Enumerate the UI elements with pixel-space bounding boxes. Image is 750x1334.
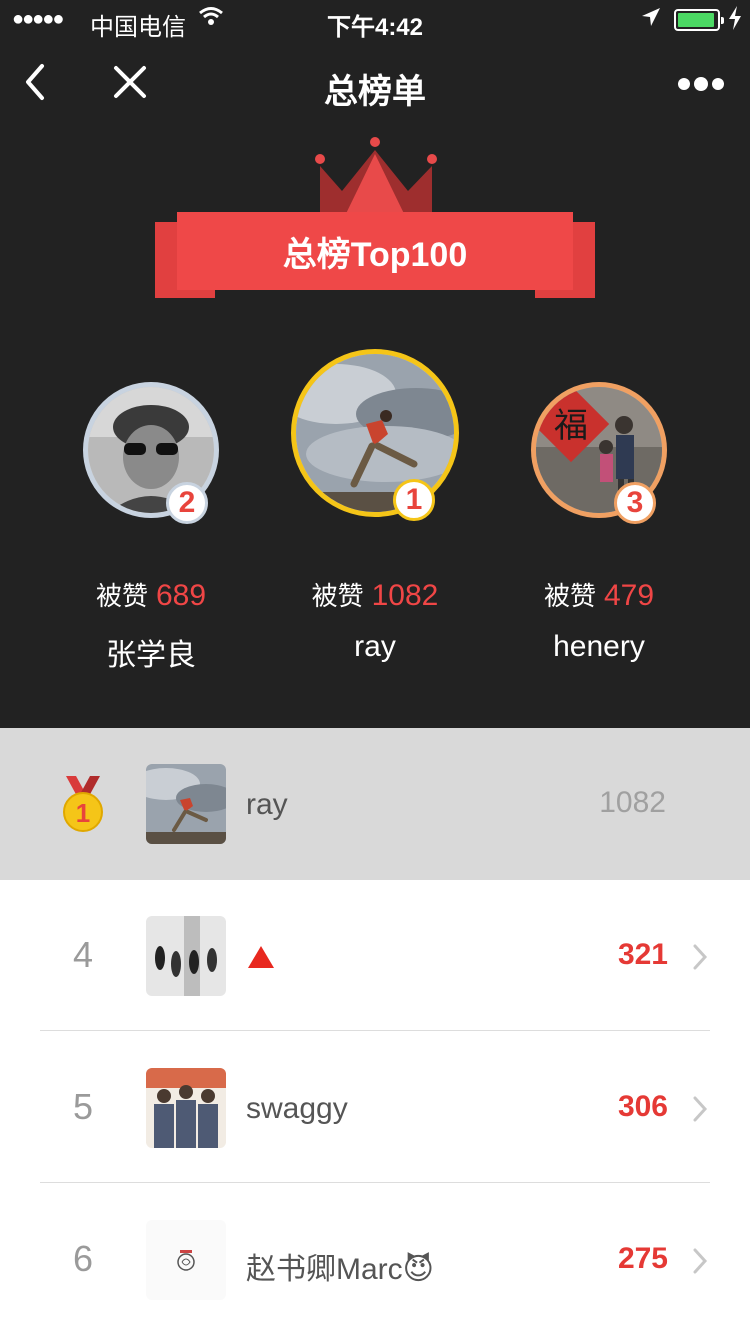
likes-third: 被赞 479 — [479, 576, 719, 613]
status-bar: ●●●●● 中国电信 下午4:42 — [0, 0, 750, 41]
svg-text:福: 福 — [554, 406, 588, 446]
avatar — [146, 1220, 226, 1300]
list-item[interactable]: 4 321 — [0, 880, 750, 1032]
rank-number: 5 — [72, 1086, 94, 1127]
chevron-right-icon — [693, 1096, 708, 1122]
divider — [40, 1182, 710, 1183]
likes-second: 被赞 689 — [31, 576, 271, 613]
likes-first: 被赞 1082 — [255, 576, 495, 613]
username: 赵书卿Marc😈 — [246, 1253, 434, 1286]
page-title: 总榜单 — [324, 73, 426, 111]
likes-label: 被赞 — [311, 581, 364, 611]
my-rank-row[interactable]: 1 ray 1082 — [0, 728, 750, 880]
likes-label: 被赞 — [95, 581, 148, 611]
score: 321 — [617, 938, 668, 971]
rank-number: 4 — [72, 934, 94, 975]
divider — [40, 1030, 710, 1031]
rank-number: 6 — [72, 1238, 94, 1279]
medal-rank: 1 — [76, 798, 90, 828]
rank-badge: 2 — [166, 482, 208, 524]
name-second: 张学良 — [106, 639, 196, 672]
username: ray — [246, 788, 288, 821]
avatar — [146, 764, 226, 844]
avatar — [146, 1068, 226, 1148]
avatar — [291, 349, 459, 517]
avatar — [146, 916, 226, 996]
triangle-up-icon — [248, 946, 274, 968]
rank-badge: 3 — [614, 482, 656, 524]
top100-banner: 总榜Top100 — [155, 210, 595, 298]
more-button[interactable] — [674, 70, 726, 96]
likes-count: 479 — [603, 579, 655, 612]
chevron-right-icon — [693, 1248, 708, 1274]
name-third: henery — [553, 630, 645, 663]
chevron-right-icon — [693, 944, 708, 970]
gold-medal-icon: 1 — [63, 776, 103, 832]
likes-count: 689 — [155, 579, 207, 612]
list-item[interactable]: 5 swaggy 306 — [0, 1032, 750, 1184]
name-first: ray — [354, 630, 396, 663]
banner-title: 总榜Top100 — [177, 212, 573, 290]
rank-badge: 1 — [393, 479, 435, 521]
username — [246, 940, 276, 978]
status-time: 下午4:42 — [326, 14, 424, 41]
score: 1082 — [599, 786, 666, 819]
location-icon — [640, 6, 662, 34]
score: 275 — [617, 1242, 668, 1275]
likes-count: 1082 — [371, 579, 439, 612]
battery-icon — [674, 9, 724, 31]
list-item[interactable]: 6 赵书卿Marc😈 275 — [0, 1184, 750, 1334]
nav-bar: 总榜单 — [0, 44, 750, 124]
likes-label: 被赞 — [543, 581, 596, 611]
username: swaggy — [246, 1092, 348, 1125]
charging-icon — [728, 6, 742, 36]
score: 306 — [617, 1090, 668, 1123]
